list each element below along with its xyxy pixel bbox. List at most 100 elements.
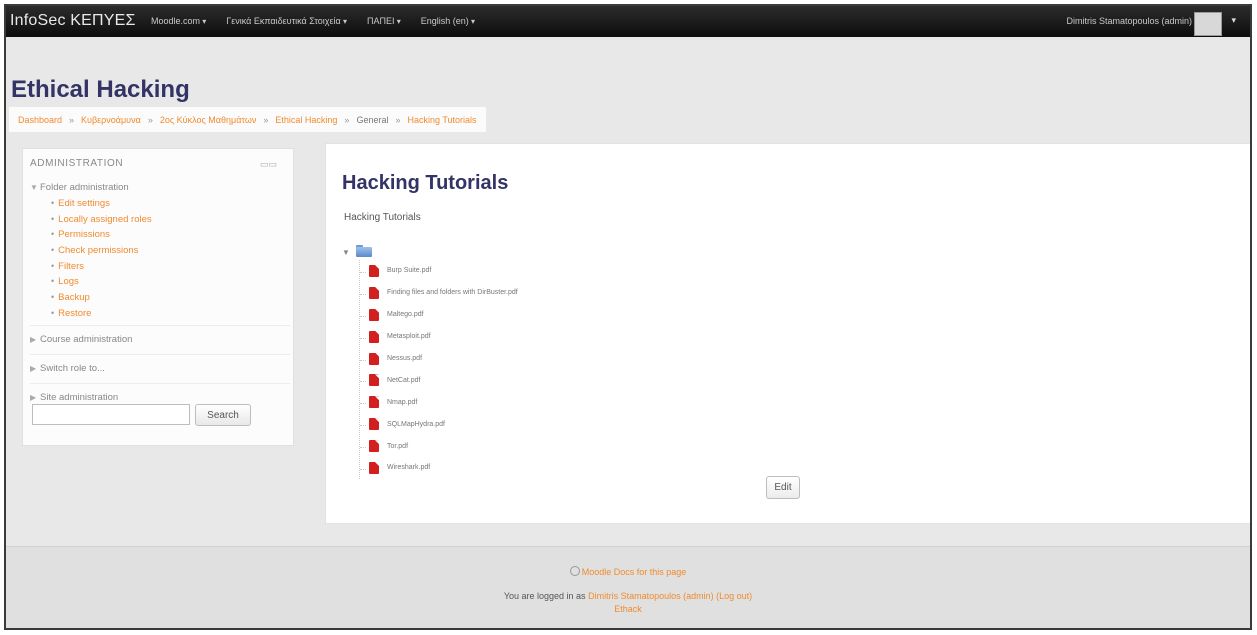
breadcrumb: Dashboard » Κυβερνοάμυνα » 2ος Κύκλος Μα…	[9, 107, 486, 132]
divider	[30, 324, 290, 326]
breadcrumb-dashboard[interactable]: Dashboard	[18, 115, 62, 125]
file-item-maltego[interactable]: Maltego.pdf	[360, 304, 518, 326]
bullet-icon: •	[51, 229, 55, 240]
file-name[interactable]: Wireshark.pdf	[387, 464, 430, 471]
nav-menu-moodle-com[interactable]: Moodle.com	[151, 16, 206, 26]
bullet-icon: •	[51, 276, 55, 287]
browser-frame: InfoSec ΚΕΠΥΕΣ Moodle.com Γενικά Εκπαιδε…	[4, 4, 1252, 630]
admin-link-label[interactable]: Backup	[58, 292, 90, 303]
collapsed-caret-icon: ▶	[30, 363, 37, 373]
file-item-dirbuster[interactable]: Finding files and folders with DirBuster…	[360, 282, 518, 304]
nav-menu: Moodle.com Γενικά Εκπαιδευτικά Στοιχεία …	[151, 16, 475, 26]
admin-link-edit-settings[interactable]: • Edit settings	[30, 196, 290, 212]
file-item-sqlmap-hydra[interactable]: SQLMapHydra.pdf	[360, 413, 518, 435]
dock-block-icon[interactable]: ▭▭	[260, 159, 277, 170]
main-content: Hacking Tutorials Hacking Tutorials ▼ Bu…	[325, 143, 1250, 524]
pdf-file-icon	[369, 461, 379, 474]
pdf-file-icon	[369, 374, 379, 387]
admin-link-label[interactable]: Edit settings	[58, 198, 110, 209]
site-brand[interactable]: InfoSec ΚΕΠΥΕΣ	[10, 12, 136, 30]
file-list: Burp Suite.pdf Finding files and folders…	[359, 260, 518, 479]
admin-link-permissions[interactable]: • Permissions	[30, 227, 290, 243]
admin-tree: ▼ Folder administration • Edit settings • L…	[30, 180, 290, 409]
administration-block: ADMINISTRATION ▭▭ ▼ Folder administration…	[22, 148, 294, 446]
folder-administration-node[interactable]: ▼ Folder administration	[30, 180, 290, 196]
breadcrumb-ethical-hacking[interactable]: Ethical Hacking	[275, 115, 337, 125]
top-navbar: InfoSec ΚΕΠΥΕΣ Moodle.com Γενικά Εκπαιδε…	[6, 6, 1250, 37]
file-item-burp-suite[interactable]: Burp Suite.pdf	[360, 260, 518, 282]
folder-icon	[356, 244, 373, 257]
home-link[interactable]: Ethack	[6, 604, 1250, 614]
file-name[interactable]: Metasploit.pdf	[387, 333, 431, 340]
file-item-nmap[interactable]: Nmap.pdf	[360, 391, 518, 413]
breadcrumb-general[interactable]: General	[356, 115, 388, 125]
folder-intro: Hacking Tutorials	[344, 212, 421, 223]
avatar[interactable]	[1194, 12, 1222, 36]
admin-link-restore[interactable]: • Restore	[30, 306, 290, 322]
site-administration-label: Site administration	[40, 391, 119, 403]
admin-link-filters[interactable]: • Filters	[30, 259, 290, 275]
logged-user-link[interactable]: Dimitris Stamatopoulos (admin)	[588, 591, 714, 601]
file-item-tor[interactable]: Tor.pdf	[360, 435, 518, 457]
file-name[interactable]: Maltego.pdf	[387, 311, 424, 318]
admin-search-input[interactable]	[32, 404, 190, 425]
expanded-caret-icon: ▼	[342, 248, 350, 257]
admin-link-check-permissions[interactable]: • Check permissions	[30, 243, 290, 259]
user-menu-caret-icon[interactable]: ▾	[1231, 15, 1236, 26]
admin-link-label[interactable]: Locally assigned roles	[58, 214, 151, 225]
admin-link-backup[interactable]: • Backup	[30, 290, 290, 306]
breadcrumb-separator: »	[344, 114, 350, 125]
moodle-docs-link[interactable]: Moodle Docs for this page	[6, 566, 1250, 577]
nav-menu-general-info[interactable]: Γενικά Εκπαιδευτικά Στοιχεία	[226, 16, 347, 26]
bullet-icon: •	[51, 292, 55, 303]
pdf-file-icon	[369, 418, 379, 431]
breadcrumb-separator: »	[147, 114, 153, 125]
switch-role-label: Switch role to...	[40, 362, 105, 374]
bullet-icon: •	[51, 198, 55, 208]
admin-link-logs[interactable]: • Logs	[30, 274, 290, 290]
admin-search-button[interactable]: Search	[195, 404, 251, 426]
pdf-file-icon	[369, 308, 379, 321]
login-info: You are logged in as Dimitris Stamatopou…	[6, 591, 1250, 601]
pdf-file-icon	[369, 352, 379, 365]
folder-root[interactable]: ▼	[342, 242, 373, 260]
pdf-file-icon	[369, 396, 379, 409]
admin-link-label[interactable]: Filters	[58, 261, 84, 272]
admin-link-label[interactable]: Restore	[58, 308, 91, 319]
file-name[interactable]: Burp Suite.pdf	[387, 267, 431, 274]
breadcrumb-separator: »	[263, 114, 269, 125]
file-item-wireshark[interactable]: Wireshark.pdf	[360, 457, 518, 479]
file-name[interactable]: Tor.pdf	[387, 443, 408, 450]
bullet-icon: •	[51, 307, 55, 318]
admin-link-label[interactable]: Logs	[58, 276, 79, 287]
admin-link-locally-assigned-roles[interactable]: • Locally assigned roles	[30, 212, 290, 228]
file-name[interactable]: Finding files and folders with DirBuster…	[387, 289, 518, 296]
divider	[30, 353, 290, 355]
file-item-metasploit[interactable]: Metasploit.pdf	[360, 326, 518, 348]
breadcrumb-cyberdefense[interactable]: Κυβερνοάμυνα	[81, 115, 141, 125]
breadcrumb-course-cycle[interactable]: 2ος Κύκλος Μαθημάτων	[160, 115, 257, 125]
nav-menu-papei[interactable]: ΠΑΠΕΙ	[367, 16, 401, 26]
file-item-netcat[interactable]: NetCat.pdf	[360, 369, 518, 391]
page-footer: Moodle Docs for this page You are logged…	[6, 546, 1250, 628]
bullet-icon: •	[51, 213, 55, 224]
nav-menu-language[interactable]: English (en)	[421, 16, 475, 26]
page-title: Ethical Hacking	[11, 76, 190, 103]
file-name[interactable]: Nmap.pdf	[387, 399, 417, 406]
file-name[interactable]: NetCat.pdf	[387, 377, 420, 384]
file-name[interactable]: Nessus.pdf	[387, 355, 422, 362]
edit-button[interactable]: Edit	[766, 476, 800, 499]
admin-link-label[interactable]: Permissions	[58, 229, 110, 240]
file-item-nessus[interactable]: Nessus.pdf	[360, 348, 518, 370]
help-icon	[569, 566, 580, 576]
file-name[interactable]: SQLMapHydra.pdf	[387, 421, 445, 428]
course-administration-node[interactable]: ▶ Course administration	[30, 329, 290, 351]
pdf-file-icon	[369, 440, 379, 453]
admin-link-label[interactable]: Check permissions	[58, 245, 138, 256]
user-name[interactable]: Dimitris Stamatopoulos (admin)	[1066, 16, 1192, 26]
switch-role-node[interactable]: ▶ Switch role to...	[30, 358, 290, 380]
bullet-icon: •	[51, 245, 55, 256]
breadcrumb-hacking-tutorials[interactable]: Hacking Tutorials	[407, 115, 476, 125]
moodle-docs-label[interactable]: Moodle Docs for this page	[582, 567, 687, 577]
logout-link[interactable]: (Log out)	[716, 591, 752, 601]
